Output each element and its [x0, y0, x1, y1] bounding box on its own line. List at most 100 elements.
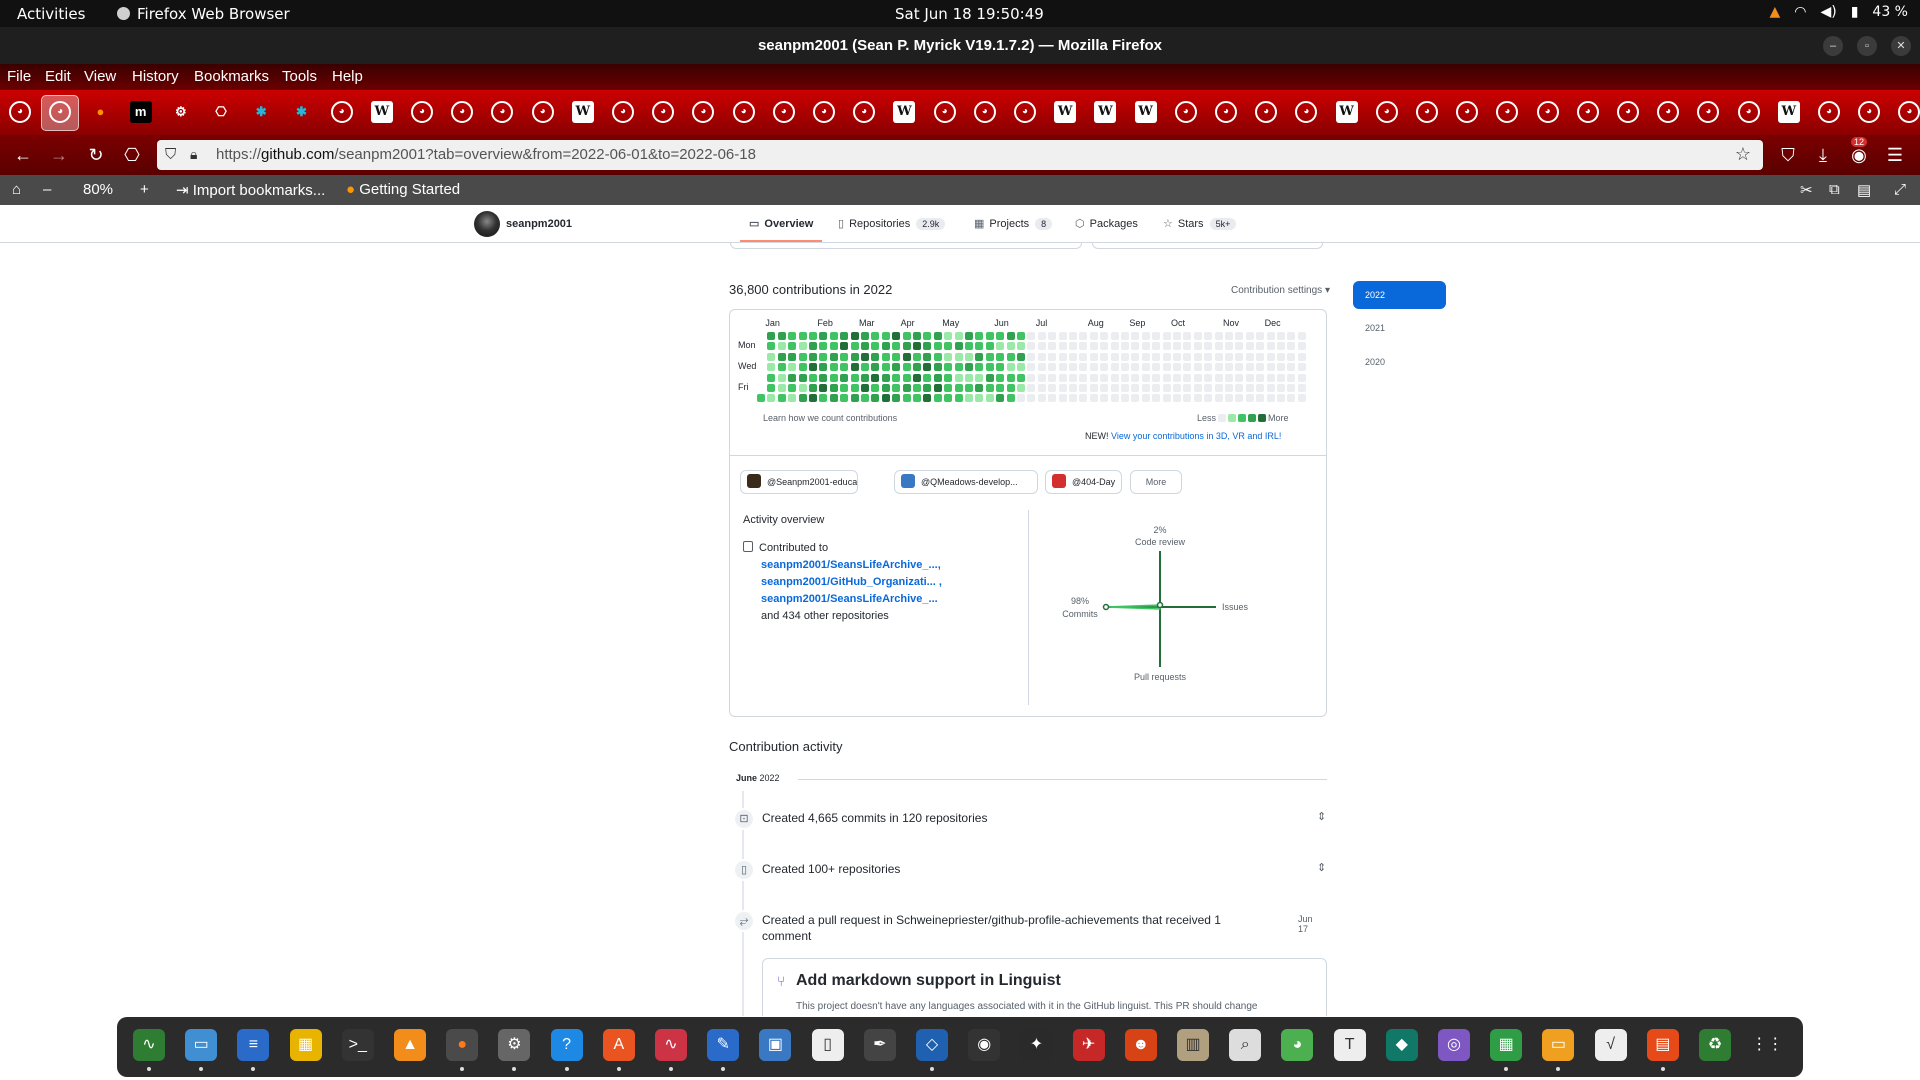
archive-app-icon[interactable]: ▥ — [1177, 1029, 1209, 1061]
contribution-day[interactable] — [809, 352, 817, 361]
contribution-day[interactable] — [1287, 342, 1296, 351]
tor-app-icon[interactable]: ◎ — [1438, 1029, 1470, 1061]
contribution-day[interactable] — [1069, 332, 1077, 340]
contribution-day[interactable] — [1245, 363, 1254, 372]
github-icon[interactable]: ◕ — [1255, 101, 1278, 123]
github-icon[interactable]: ◕ — [330, 101, 353, 123]
expand-toggle-icon[interactable]: ⇕ — [1317, 810, 1326, 823]
tab-projects[interactable]: ▦ Projects 8 — [974, 217, 1053, 230]
contribution-day[interactable] — [1152, 342, 1161, 351]
contribution-day[interactable] — [1297, 373, 1306, 382]
contribution-day[interactable] — [1006, 394, 1015, 403]
contribution-day[interactable] — [1266, 342, 1275, 351]
year-2022-button[interactable]: 2022 — [1353, 281, 1446, 309]
text-editor-app-icon[interactable]: ✎ — [707, 1029, 740, 1061]
contribution-day[interactable] — [1225, 342, 1233, 351]
github-icon[interactable]: ◕ — [1697, 101, 1720, 123]
contribution-day[interactable] — [1256, 332, 1265, 340]
github-icon[interactable]: ◕ — [1617, 101, 1639, 123]
contribution-day[interactable] — [798, 363, 807, 372]
contribution-day[interactable] — [777, 363, 786, 372]
contribution-day[interactable] — [1152, 384, 1161, 392]
contribution-day[interactable] — [1287, 363, 1296, 372]
contribution-day[interactable] — [777, 394, 786, 403]
contribution-day[interactable] — [1089, 373, 1098, 382]
contribution-day[interactable] — [767, 363, 776, 372]
org-filter-button[interactable]: @QMeadows-develop... — [894, 470, 1038, 494]
contribution-day[interactable] — [1006, 384, 1015, 392]
contribution-day[interactable] — [1037, 342, 1046, 351]
contribution-day[interactable] — [871, 342, 880, 351]
contribution-day[interactable] — [1131, 394, 1140, 403]
contribution-day[interactable] — [1100, 384, 1109, 392]
contribution-day[interactable] — [1079, 332, 1088, 340]
contribution-day[interactable] — [1297, 352, 1306, 361]
paste-icon[interactable]: ▤ — [1857, 181, 1871, 199]
contribution-day[interactable] — [798, 332, 807, 340]
contribution-day[interactable] — [840, 352, 849, 361]
contribution-day[interactable] — [1110, 384, 1119, 392]
gitkraken-app-icon[interactable]: ◆ — [1385, 1029, 1418, 1061]
contribution-day[interactable] — [913, 363, 921, 372]
contribution-day[interactable] — [788, 394, 797, 403]
contribution-day[interactable] — [1173, 332, 1181, 340]
contribution-day[interactable] — [954, 352, 963, 361]
contribution-day[interactable] — [1017, 394, 1025, 403]
contribution-day[interactable] — [923, 352, 932, 361]
contribution-day[interactable] — [1245, 352, 1254, 361]
contribution-day[interactable] — [975, 373, 984, 382]
contribution-day[interactable] — [871, 373, 880, 382]
contribution-day[interactable] — [1131, 342, 1140, 351]
contribution-day[interactable] — [985, 384, 994, 392]
contribution-day[interactable] — [1256, 342, 1265, 351]
contribution-day[interactable] — [975, 332, 984, 340]
github-icon[interactable]: ◕ — [1898, 101, 1920, 123]
url-text[interactable]: https://github.com/seanpm2001?tab=overvi… — [216, 146, 756, 163]
contribution-day[interactable] — [1058, 384, 1067, 392]
contribution-day[interactable] — [923, 342, 932, 351]
contribution-day[interactable] — [1027, 363, 1036, 372]
contribution-day[interactable] — [902, 373, 911, 382]
contribution-day[interactable] — [985, 363, 994, 372]
gear-icon[interactable]: ⚙ — [170, 101, 192, 123]
contribution-day[interactable] — [1256, 352, 1265, 361]
copy-icon[interactable]: ⧉ — [1829, 181, 1840, 198]
medium-icon[interactable]: m — [129, 101, 152, 123]
contribution-day[interactable] — [1089, 363, 1098, 372]
contribution-day[interactable] — [902, 332, 911, 340]
contribution-day[interactable] — [1235, 342, 1244, 351]
contribution-day[interactable] — [975, 352, 984, 361]
contribution-day[interactable] — [1193, 373, 1202, 382]
contribution-day[interactable] — [1089, 394, 1098, 403]
contribution-day[interactable] — [1131, 332, 1140, 340]
contribution-day[interactable] — [1287, 384, 1296, 392]
contribution-day[interactable] — [1079, 373, 1088, 382]
contribution-day[interactable] — [788, 352, 797, 361]
contribution-day[interactable] — [1204, 373, 1213, 382]
contribution-day[interactable] — [1152, 394, 1161, 403]
github-icon[interactable]: ◕ — [973, 101, 996, 123]
contribution-day[interactable] — [1006, 342, 1015, 351]
contribution-day[interactable] — [1183, 384, 1192, 392]
contribution-day[interactable] — [892, 384, 901, 392]
github-icon[interactable]: ◕ — [853, 101, 876, 123]
contribution-day[interactable] — [881, 373, 890, 382]
contribution-day[interactable] — [1121, 352, 1129, 361]
view-3d-link[interactable]: View your contributions in 3D, VR and IR… — [1111, 431, 1281, 441]
contribution-day[interactable] — [788, 384, 797, 392]
contribution-day[interactable] — [1297, 394, 1306, 403]
github-icon[interactable]: ◕ — [1657, 101, 1680, 123]
getting-started-bookmark[interactable]: ● Getting Started — [346, 181, 460, 198]
contribution-day[interactable] — [809, 384, 817, 392]
app-menu[interactable]: Firefox Web Browser — [117, 5, 290, 23]
contribution-day[interactable] — [1006, 352, 1015, 361]
contribution-day[interactable] — [1225, 332, 1233, 340]
github-icon[interactable]: ◕ — [772, 101, 795, 123]
contribution-day[interactable] — [1089, 332, 1098, 340]
contribution-day[interactable] — [788, 332, 797, 340]
contribution-day[interactable] — [1141, 394, 1150, 403]
contribution-day[interactable] — [892, 352, 901, 361]
contribution-day[interactable] — [1079, 342, 1088, 351]
contribution-day[interactable] — [1162, 352, 1171, 361]
slides-app-icon[interactable]: ▭ — [1542, 1029, 1575, 1061]
